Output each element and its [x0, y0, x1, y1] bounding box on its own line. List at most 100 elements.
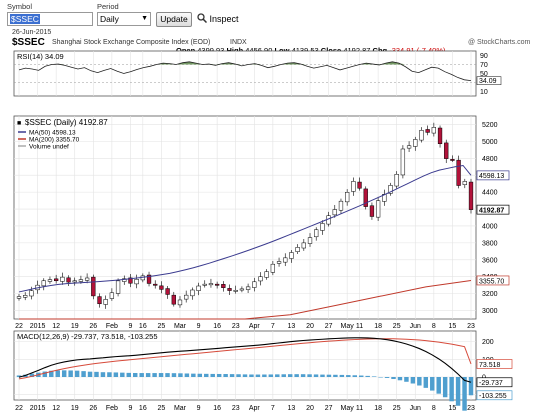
candle-body — [270, 263, 276, 273]
macd-histogram-bar — [216, 373, 222, 377]
x-tick-label: 22 — [15, 405, 23, 412]
candle-body — [456, 159, 461, 186]
macd-histogram-bar — [275, 374, 280, 377]
x-tick-label: Apr — [249, 405, 261, 412]
candle-body — [357, 181, 362, 189]
macd-histogram-bar — [294, 374, 299, 377]
macd-histogram-bar — [133, 373, 138, 377]
candle-body — [177, 299, 183, 306]
candle-body — [91, 276, 96, 297]
x-tick-label: 25 — [158, 405, 166, 412]
macd-histogram-bar — [384, 377, 390, 378]
candle-body — [394, 174, 399, 187]
x-tick-label: 18 — [374, 405, 382, 412]
candle-body — [214, 283, 220, 286]
x-tick-label: May — [341, 405, 355, 412]
candle-body — [295, 247, 300, 252]
candle-body — [314, 229, 319, 238]
x-tick-label: Feb — [106, 323, 118, 330]
price-legend-item: MA(50) 4598.13 — [29, 130, 76, 137]
candle-body — [41, 280, 46, 287]
candle-body — [264, 271, 269, 278]
rsi-value-label: 34.09 — [479, 78, 497, 85]
macd-histogram-bar — [184, 373, 190, 377]
x-tick-label: 19 — [71, 323, 79, 330]
price-legend-item: Volume undef — [29, 144, 69, 151]
price-y-tick-label: 3800 — [482, 240, 498, 247]
macd-y-tick-label: 200 — [482, 339, 494, 346]
price-y-tick-label: 5000 — [482, 139, 498, 146]
candle-body — [233, 289, 238, 292]
candle-body — [276, 261, 282, 264]
x-tick-label: Jun — [410, 405, 421, 412]
macd-histogram-bar — [268, 374, 274, 377]
x-tick-label: 12 — [52, 405, 60, 412]
x-tick-label: Jun — [410, 323, 421, 330]
macd-histogram-bar — [378, 377, 383, 378]
price-value-label: 4598.13 — [479, 173, 504, 180]
candle-body — [134, 278, 139, 285]
chart-svg: 907050301034.09RSI(14) 34.09520050004800… — [13, 50, 513, 412]
x-tick-label: 2015 — [30, 405, 46, 412]
rsi-y-tick-label: 90 — [480, 53, 488, 60]
candle-body — [239, 288, 245, 291]
price-y-tick-label: 4800 — [482, 156, 498, 163]
candle-body — [375, 200, 381, 218]
macd-histogram-bar — [417, 377, 422, 386]
macd-histogram-bar — [423, 377, 429, 388]
macd-histogram-bar — [242, 374, 248, 377]
macd-histogram-bar — [326, 374, 332, 377]
x-tick-label: 16 — [213, 405, 221, 412]
price-y-tick-label: 3000 — [482, 308, 498, 315]
macd-histogram-bar — [320, 374, 325, 377]
candle-body — [332, 209, 337, 216]
macd-value-label: -29.737 — [479, 380, 503, 387]
macd-histogram-bar — [68, 370, 73, 377]
macd-value-label: -103.255 — [479, 393, 507, 400]
x-tick-label: 18 — [374, 323, 382, 330]
candle-body — [444, 142, 449, 159]
macd-histogram-bar — [410, 377, 416, 384]
macd-histogram-bar — [126, 372, 131, 377]
price-legend-swatch: ■ — [17, 120, 21, 127]
x-tick-label: 26 — [89, 405, 97, 412]
candle-body — [468, 181, 474, 210]
candle-body — [78, 279, 84, 282]
candle-body — [54, 278, 59, 282]
macd-histogram-bar — [404, 377, 409, 382]
x-tick-label: 23 — [467, 405, 475, 412]
x-tick-label: 15 — [449, 405, 457, 412]
macd-histogram-bar — [249, 374, 254, 377]
candle-body — [109, 292, 115, 299]
x-tick-label: 23 — [232, 405, 240, 412]
x-tick-label: 9 — [197, 323, 201, 330]
candle-body — [29, 290, 34, 297]
price-y-tick-label: 5200 — [482, 122, 498, 129]
price-value-label: 4192.87 — [479, 207, 504, 214]
x-tick-label: 23 — [232, 323, 240, 330]
macd-histogram-bar — [391, 377, 396, 380]
candle-body — [196, 285, 201, 291]
macd-histogram-bar — [61, 370, 67, 377]
macd-histogram-bar — [468, 377, 474, 396]
candle-body — [47, 279, 53, 282]
macd-value-label: 73.518 — [479, 362, 501, 369]
candle-body — [283, 257, 288, 263]
macd-histogram-bar — [442, 377, 448, 398]
macd-histogram-bar — [120, 372, 125, 377]
macd-histogram-bar — [94, 371, 99, 377]
macd-histogram-bar — [145, 373, 151, 377]
candle-body — [227, 288, 232, 291]
candle-body — [221, 284, 226, 288]
macd-histogram-bar — [352, 375, 357, 377]
macd-histogram-bar — [365, 375, 370, 377]
candle-body — [208, 283, 214, 286]
rsi-legend: RSI(14) 34.09 — [17, 52, 64, 61]
price-panel — [13, 115, 477, 320]
candle-body — [245, 286, 251, 290]
x-tick-label: 8 — [432, 405, 436, 412]
candle-body — [153, 283, 158, 286]
rsi-panel — [13, 50, 477, 97]
candle-body — [406, 145, 412, 149]
rsi-y-tick-label: 70 — [480, 62, 488, 69]
